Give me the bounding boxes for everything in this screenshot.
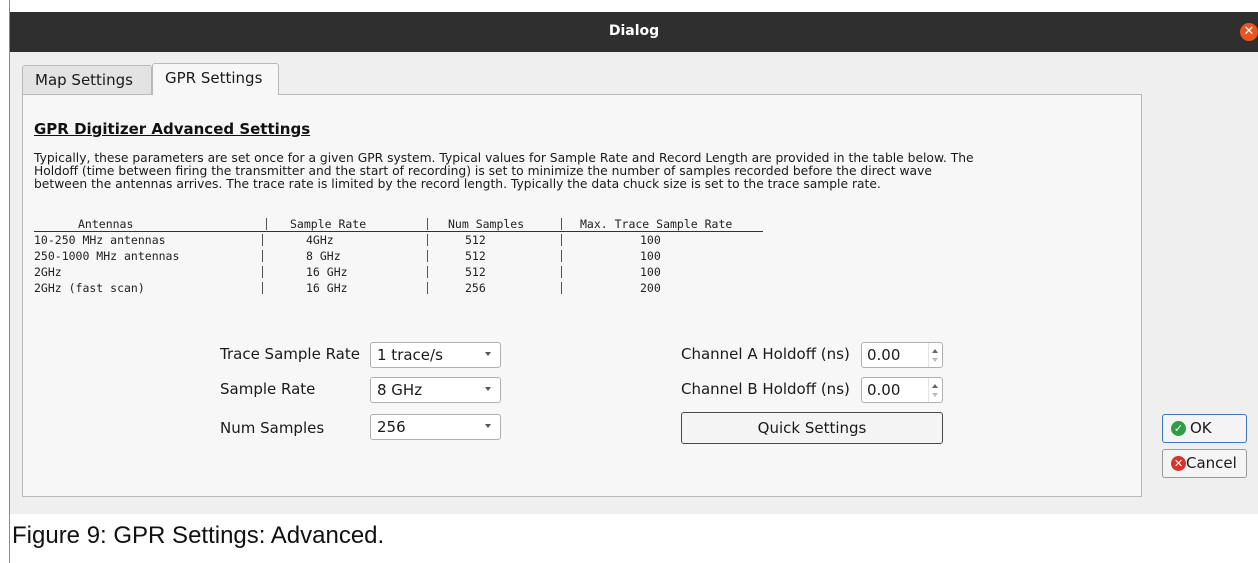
column-separator <box>262 282 263 294</box>
table-cell: 8 GHz <box>306 249 341 263</box>
table-cell: 4GHz <box>306 233 334 247</box>
table-cell: 2GHz <box>34 265 62 279</box>
description-text: Typically, these parameters are set once… <box>34 152 1129 191</box>
channel-a-holdoff-label: Channel A Holdoff (ns) <box>681 345 850 363</box>
spin-down-icon[interactable] <box>932 393 938 397</box>
spinbox-divider <box>928 343 929 367</box>
column-separator <box>561 250 562 262</box>
quick-settings-button[interactable]: Quick Settings <box>681 412 943 444</box>
tab-gpr-settings-label: GPR Settings <box>165 69 263 87</box>
trace-sample-rate-combo[interactable]: 1 trace/s <box>370 342 501 368</box>
column-separator <box>262 266 263 278</box>
column-separator <box>561 282 562 294</box>
sample-rate-label: Sample Rate <box>220 380 316 398</box>
table-cell: 100 <box>640 233 661 247</box>
table-header-cell: Antennas <box>78 217 134 231</box>
table-cell: 512 <box>465 249 486 263</box>
column-separator <box>561 234 562 246</box>
column-separator <box>427 234 428 246</box>
table-header-cell: Max. Trace Sample Rate <box>580 217 733 231</box>
table-header-underline <box>34 231 763 232</box>
ok-button[interactable]: ✓ OK <box>1162 414 1247 443</box>
table-header-cell: Sample Rate <box>290 217 367 231</box>
num-samples-value: 256 <box>377 418 406 436</box>
channel-b-holdoff-value: 0.00 <box>867 381 901 399</box>
title-bar[interactable]: Dialog ✕ <box>10 12 1258 52</box>
column-separator <box>427 266 428 278</box>
table-cell: 200 <box>640 281 661 295</box>
table-cell: 512 <box>465 233 486 247</box>
channel-a-holdoff-spinbox[interactable]: 0.00 <box>861 342 943 368</box>
close-icon[interactable]: ✕ <box>1240 23 1258 41</box>
table-header-cell: Num Samples <box>448 217 525 231</box>
figure-caption: Figure 9: GPR Settings: Advanced. <box>12 522 385 549</box>
num-samples-label: Num Samples <box>220 419 325 437</box>
trace-sample-rate-label: Trace Sample Rate <box>220 345 360 363</box>
table-cell: 250-1000 MHz antennas <box>34 249 180 263</box>
column-separator <box>262 250 263 262</box>
chevron-down-icon <box>485 352 491 356</box>
column-separator <box>427 218 428 230</box>
tab-gpr-settings[interactable]: GPR Settings <box>152 63 279 95</box>
column-separator <box>561 266 562 278</box>
column-separator <box>262 234 263 246</box>
table-cell: 256 <box>465 281 486 295</box>
tab-map-settings-label: Map Settings <box>35 71 133 89</box>
channel-a-holdoff-value: 0.00 <box>867 346 901 364</box>
table-cell: 512 <box>465 265 486 279</box>
check-circle-icon: ✓ <box>1171 421 1186 436</box>
table-cell: 16 GHz <box>306 265 348 279</box>
column-separator <box>427 282 428 294</box>
dialog-window: Dialog ✕ Map Settings GPR Settings GPR D… <box>10 12 1258 514</box>
column-separator <box>427 250 428 262</box>
table-cell: 10-250 MHz antennas <box>34 233 166 247</box>
spinbox-divider <box>928 378 929 402</box>
spin-up-icon[interactable] <box>932 384 938 388</box>
chevron-down-icon <box>485 387 491 391</box>
column-separator <box>561 218 562 230</box>
sample-rate-value: 8 GHz <box>377 381 423 399</box>
spin-up-icon[interactable] <box>932 349 938 353</box>
column-separator <box>266 218 267 230</box>
window-title: Dialog <box>608 23 660 39</box>
cancel-button[interactable]: ✕ Cancel <box>1162 449 1247 478</box>
num-samples-combo[interactable]: 256 <box>370 414 501 440</box>
chevron-down-icon <box>485 424 491 428</box>
tab-map-settings[interactable]: Map Settings <box>22 65 152 94</box>
table-cell: 100 <box>640 265 661 279</box>
table-cell: 2GHz (fast scan) <box>34 281 145 295</box>
ok-button-label: OK <box>1190 419 1212 437</box>
channel-b-holdoff-spinbox[interactable]: 0.00 <box>861 377 943 403</box>
channel-b-holdoff-label: Channel B Holdoff (ns) <box>681 380 850 398</box>
table-cell: 16 GHz <box>306 281 348 295</box>
spin-down-icon[interactable] <box>932 358 938 362</box>
cancel-button-label: Cancel <box>1186 454 1237 472</box>
description-line: between the antennas arrives. The trace … <box>34 177 881 191</box>
sample-rate-combo[interactable]: 8 GHz <box>370 377 501 403</box>
trace-sample-rate-value: 1 trace/s <box>377 346 443 364</box>
table-cell: 100 <box>640 249 661 263</box>
x-circle-icon: ✕ <box>1171 456 1186 471</box>
section-heading: GPR Digitizer Advanced Settings <box>34 120 311 138</box>
